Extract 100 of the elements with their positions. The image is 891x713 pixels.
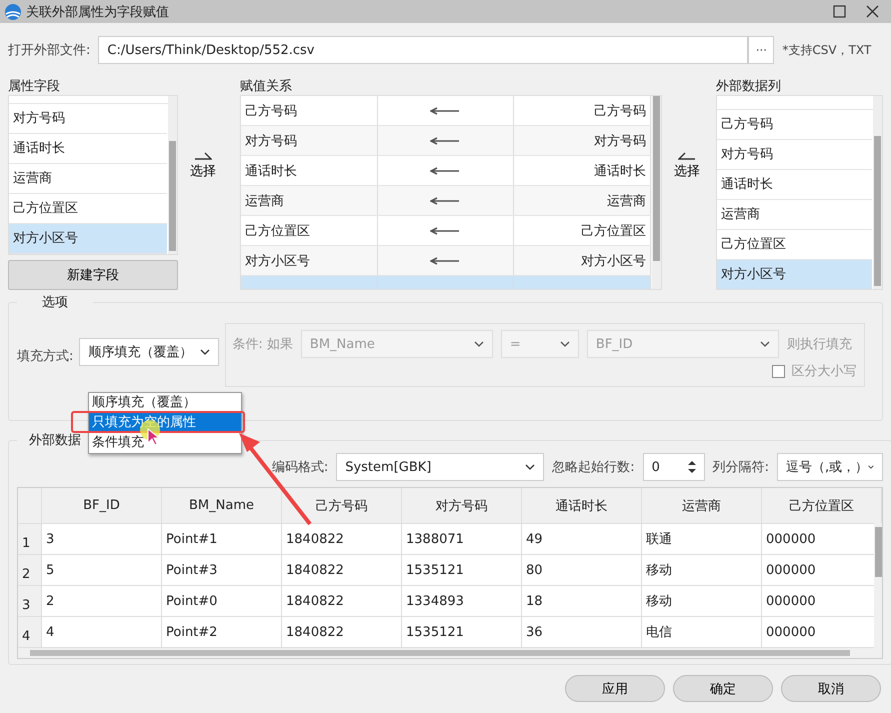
separator-dropdown[interactable]: 逗号（,或，） — [777, 453, 883, 481]
group-title: 选项 — [41, 294, 69, 311]
browse-button[interactable]: ··· — [748, 36, 774, 64]
new-field-button[interactable]: 新建字段 — [8, 260, 178, 290]
table-cell: Point#0 — [162, 586, 282, 616]
table-cell: 1535121 — [402, 555, 522, 585]
column-header[interactable]: 己方号码 — [282, 488, 402, 523]
table-cell: 对方小区号 — [240, 246, 378, 275]
fill-mode-label: 填充方式: — [17, 348, 74, 365]
left-arrow-icon — [430, 166, 460, 174]
column-header[interactable]: BF_ID — [42, 488, 162, 523]
column-header[interactable]: 对方号码 — [402, 488, 522, 523]
table-cell: 1840822 — [282, 617, 402, 647]
row-number: 3 — [18, 586, 42, 616]
table-cell: 对方小区号 — [514, 246, 651, 275]
table-cell: 80 — [522, 555, 642, 585]
table-cell: 运营商 — [514, 186, 651, 215]
left-arrow-icon — [430, 256, 460, 264]
table-cell: 运营商 — [240, 186, 378, 215]
list-item[interactable]: 运营商 — [9, 164, 167, 194]
left-arrow-icon — [430, 136, 460, 144]
table-cell: 电信 — [642, 617, 762, 647]
list-item[interactable]: 运营商 — [716, 200, 872, 230]
file-path-field[interactable]: C:/Users/Think/Desktop/552.csv — [98, 36, 748, 64]
window-title: 关联外部属性为字段赋值 — [26, 4, 170, 20]
condition-suffix: 则执行填充 — [786, 336, 852, 353]
table-cell: 对方号码 — [514, 126, 651, 155]
left-arrow-icon — [430, 226, 460, 234]
column-header[interactable]: BM_Name — [162, 488, 282, 523]
list-item[interactable]: 对方小区号 — [9, 224, 167, 254]
file-label: 打开外部文件: — [8, 42, 90, 59]
chevron-down-icon — [474, 341, 484, 347]
table-cell: 联通 — [642, 524, 762, 554]
spin-arrows-icon[interactable] — [688, 460, 696, 474]
left-arrow-icon — [430, 106, 460, 114]
skip-rows-label: 忽略起始行数: — [552, 459, 635, 476]
table-cell: 通话时长 — [240, 156, 378, 185]
list-item[interactable]: 对方号码 — [716, 140, 872, 170]
table-cell: Point#3 — [162, 555, 282, 585]
close-icon[interactable] — [866, 5, 879, 18]
table-cell: 1840822 — [282, 555, 402, 585]
skip-rows-spinbox[interactable]: 0 — [642, 453, 705, 481]
scrollbar[interactable] — [18, 648, 882, 658]
table-cell: 1334893 — [402, 586, 522, 616]
row-number: 4 — [18, 617, 42, 647]
dialog-button[interactable]: 确定 — [673, 675, 773, 702]
table-cell: 1840822 — [282, 586, 402, 616]
encoding-label: 编码格式: — [272, 459, 328, 476]
separator-label: 列分隔符: — [712, 459, 769, 476]
column-header[interactable]: 运营商 — [642, 488, 762, 523]
fill-mode-dropdown[interactable]: 顺序填充（覆盖） — [79, 338, 220, 366]
group-title: 外部数据 — [28, 432, 82, 449]
dialog-button[interactable]: 应用 — [565, 675, 665, 702]
table-cell: 4 — [42, 617, 162, 647]
maximize-icon[interactable] — [833, 5, 846, 18]
table-cell: 己方号码 — [240, 96, 378, 125]
section-title: 属性字段 — [8, 78, 61, 95]
select-button[interactable]: 选择 — [182, 152, 224, 202]
encoding-dropdown[interactable]: System[GBK] — [336, 453, 544, 481]
table-cell: 1388071 — [402, 524, 522, 554]
condition-label: 条件: 如果 — [232, 336, 293, 353]
dialog-button[interactable]: 取消 — [781, 675, 881, 702]
table-cell: 己方位置区 — [514, 216, 651, 245]
table-cell: 2 — [42, 586, 162, 616]
menu-item[interactable]: 条件填充 — [89, 433, 241, 453]
app-logo-icon — [4, 2, 22, 20]
list-item[interactable]: 对方号码 — [9, 104, 167, 134]
list-item[interactable]: 通话时长 — [9, 134, 167, 164]
scrollbar[interactable] — [168, 96, 177, 254]
menu-item[interactable]: 顺序填充（覆盖） — [89, 393, 241, 413]
table-cell: 5 — [42, 555, 162, 585]
select-button[interactable]: 选择 — [666, 152, 708, 202]
section-title: 外部数据列 — [716, 78, 782, 95]
chevron-down-icon — [760, 341, 770, 347]
table-cell: 18 — [522, 586, 642, 616]
list-item[interactable]: 己方号码 — [716, 110, 872, 140]
list-item[interactable]: 对方小区号 — [716, 260, 872, 289]
column-header[interactable]: 通话时长 — [522, 488, 642, 523]
left-arrow-icon — [430, 196, 460, 204]
chevron-down-icon — [525, 464, 536, 470]
table-cell: 3 — [42, 524, 162, 554]
table-cell: 己方位置区 — [240, 216, 378, 245]
scrollbar[interactable] — [873, 96, 882, 289]
table-cell: 通话时长 — [514, 156, 651, 185]
table-cell: Point#2 — [162, 617, 282, 647]
section-title: 赋值关系 — [240, 78, 293, 95]
table-cell: 36 — [522, 617, 642, 647]
table-cell: 1535121 — [402, 617, 522, 647]
list-item[interactable]: 通话时长 — [716, 170, 872, 200]
chevron-down-icon — [200, 349, 210, 355]
table-cell: 49 — [522, 524, 642, 554]
scrollbar[interactable] — [652, 96, 661, 289]
table-cell: 己方号码 — [514, 96, 651, 125]
chevron-down-icon — [560, 341, 570, 347]
case-label: 区分大小写 — [791, 363, 856, 380]
table-cell: 1840822 — [282, 524, 402, 554]
table-cell: 移动 — [642, 555, 762, 585]
file-type-hint: *支持CSV，TXT — [782, 42, 872, 58]
chevron-down-icon — [868, 464, 874, 470]
table-cell: Point#1 — [162, 524, 282, 554]
